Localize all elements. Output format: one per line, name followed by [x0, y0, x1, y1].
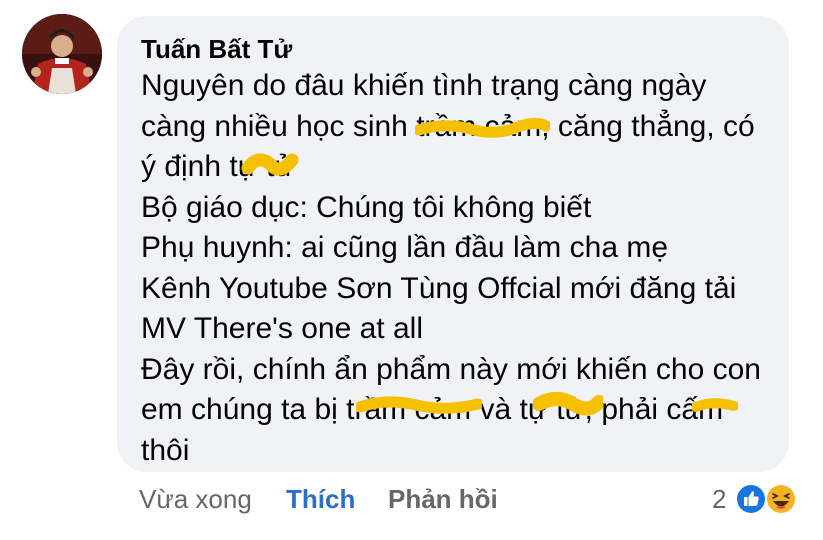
avatar[interactable]: [22, 14, 102, 94]
comment-line: thôi: [141, 433, 190, 467]
comment-timestamp[interactable]: Vừa xong: [139, 484, 252, 515]
reaction-count[interactable]: 2: [712, 484, 726, 515]
reply-button[interactable]: Phản hồi: [388, 484, 498, 515]
comment-line: Kênh Youtube Sơn Tùng Offcial mới đăng t…: [141, 271, 737, 305]
comment-author[interactable]: Tuấn Bất Tử: [141, 34, 292, 65]
like-button[interactable]: Thích: [286, 484, 355, 515]
haha-icon[interactable]: [764, 482, 798, 516]
comment-line: MV There's one at all: [141, 312, 423, 345]
comment-line: ý định tự tử: [141, 150, 295, 183]
comment-line: Nguyên do đâu khiến tình trạng càng ngày: [141, 69, 707, 102]
comment-bubble: Tuấn Bất Tử Nguyên do đâu khiến tình trạ…: [117, 16, 789, 472]
comment-text: Nguyên do đâu khiến tình trạng càng ngày…: [141, 66, 781, 471]
like-icon[interactable]: [734, 482, 768, 516]
comment-line: Bộ giáo dục: Chúng tôi không biết: [141, 190, 592, 224]
comment-screenshot: Tuấn Bất Tử Nguyên do đâu khiến tình trạ…: [0, 0, 823, 540]
comment-line: càng nhiều học sinh trầm cảm, căng thẳng…: [141, 109, 755, 143]
avatar-image: [22, 14, 102, 94]
comment-line: Phụ huynh: ai cũng lần đầu làm cha mẹ: [141, 231, 669, 264]
comment-line: em chúng ta bị trầm cảm và tự tử, phải c…: [141, 393, 724, 426]
comment-line: Đây rồi, chính ẩn phẩm này mới khiến cho…: [141, 352, 761, 386]
comment-actions: Vừa xong Thích Phản hồi 2: [0, 482, 823, 520]
